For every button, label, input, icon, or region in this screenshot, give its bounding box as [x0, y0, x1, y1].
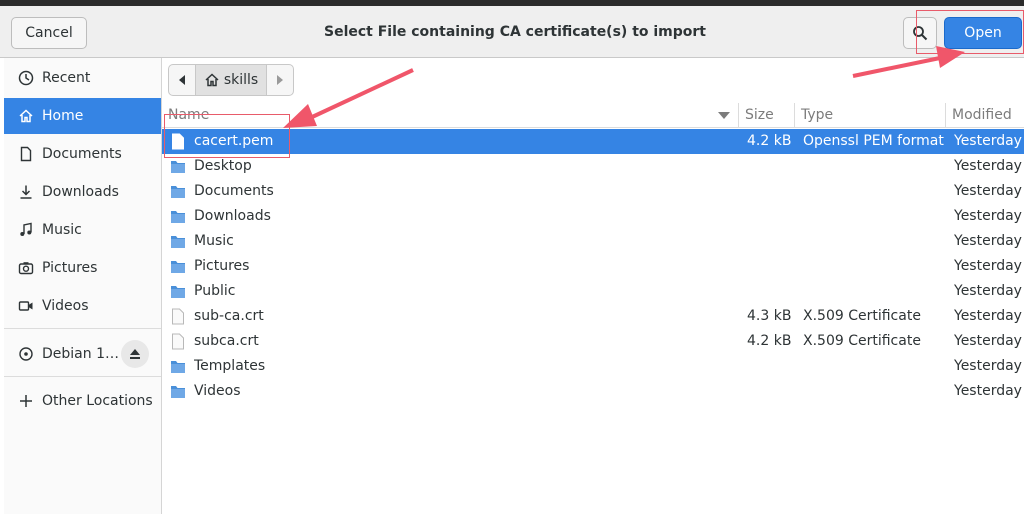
- annotation-arrow-to-file: [283, 68, 414, 128]
- annotation-arrows: [283, 46, 965, 128]
- annotation-arrow-to-open: [852, 46, 965, 78]
